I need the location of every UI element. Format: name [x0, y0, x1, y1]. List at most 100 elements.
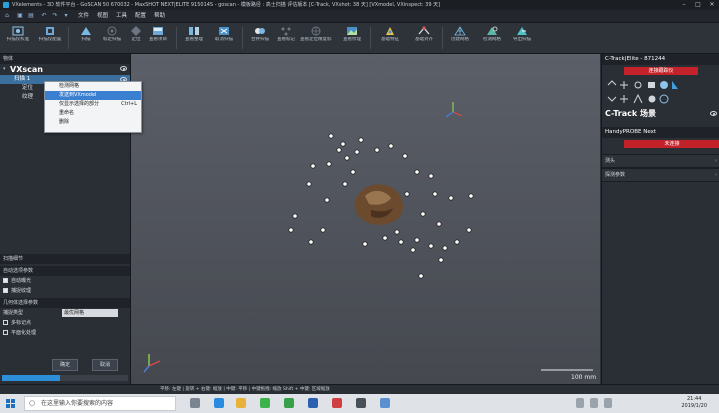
axis-gizmo-bottom — [143, 354, 161, 373]
probe-connect-button[interactable]: 未连接 — [624, 140, 719, 148]
menu-tools[interactable]: 工具 — [116, 10, 127, 22]
menu-help[interactable]: 帮助 — [154, 10, 165, 22]
tracker-tool-icon[interactable] — [672, 81, 678, 89]
feature-icon — [386, 27, 394, 35]
tracker-icons — [607, 80, 678, 104]
clock[interactable]: 21:44 2019/1/20 — [681, 396, 707, 410]
eye-icon[interactable] — [120, 66, 127, 71]
tool-scanner-config[interactable]: 扫描仪配置 — [34, 24, 66, 52]
tool-inspect-mesh[interactable]: 检测网格 — [476, 24, 508, 52]
tracker-tool-icon[interactable] — [659, 94, 669, 104]
maximize-icon[interactable]: □ — [691, 0, 705, 10]
cancel-scan-icon — [219, 27, 229, 35]
tool-cancel-scan[interactable]: 取消扫描 — [208, 24, 240, 52]
checkbox[interactable] — [3, 330, 8, 335]
inspect-mesh-icon — [487, 26, 498, 35]
positioning-target — [342, 181, 348, 187]
tracker-tool-icon[interactable] — [607, 80, 617, 86]
dropdown-icon[interactable]: ▾ — [62, 12, 70, 20]
navigation-hints: 平移: 左键 | 旋转 + 右键: 缩放 | 中键: 平移 | 中键拖拽: 缩放… — [160, 387, 330, 392]
menu-config[interactable]: 配置 — [135, 10, 146, 22]
task-view-icon[interactable] — [190, 398, 200, 408]
toolbar-separator — [68, 27, 69, 49]
probe-title: HandyPROBE Next — [602, 127, 719, 138]
tracker-tool-icon[interactable] — [633, 93, 643, 104]
checkbox[interactable] — [3, 320, 8, 325]
check-auto-exposure[interactable]: 自动曝光 — [0, 276, 130, 286]
ctx-rename[interactable]: 重命名 — [45, 109, 141, 118]
app-icon[interactable] — [332, 398, 342, 408]
volume-icon[interactable] — [604, 398, 612, 408]
open-icon[interactable]: ▣ — [16, 12, 24, 20]
cancel-button[interactable]: 取消 — [92, 359, 118, 371]
tree-root[interactable]: ▾ VXscan — [0, 64, 130, 75]
chevron-right-icon: › — [715, 172, 717, 178]
tracker-tool-icon[interactable] — [620, 81, 628, 89]
tracker-tool-icon[interactable] — [648, 82, 655, 88]
section-probe-params[interactable]: 探测参数 › — [602, 168, 719, 182]
tracker-tool-icon[interactable] — [648, 95, 656, 103]
tool-calibrate[interactable]: 扫描仪校准 — [2, 24, 34, 52]
positioning-target — [362, 241, 368, 247]
collapse-caret-icon[interactable]: ▾ — [3, 64, 6, 75]
wechat-icon[interactable] — [260, 398, 270, 408]
check-capture-texture[interactable]: 捕捉纹理 — [0, 286, 130, 296]
positioning-target — [288, 227, 294, 233]
tool-align[interactable]: 基础对齐 — [408, 24, 440, 52]
3d-viewport[interactable]: 100 mm — [131, 54, 600, 384]
file-explorer-icon[interactable] — [236, 398, 246, 408]
right-panel: C-Track|Elite - 871244 连接跟踪仪 C-Track 场景 … — [601, 54, 719, 384]
ok-button[interactable]: 确定 — [52, 359, 78, 371]
network-icon[interactable] — [590, 398, 598, 408]
positioning-target — [394, 229, 400, 235]
ctx-send-to-vxmodel[interactable]: 发送到VXmodel — [45, 91, 141, 100]
check-markers[interactable]: 多标记点 — [0, 318, 130, 328]
tray-icon[interactable] — [576, 398, 584, 408]
positioning-target — [354, 149, 360, 155]
tool-accuracy-markers[interactable]: 查看定位精度标记 — [300, 24, 332, 52]
app-icon[interactable] — [380, 398, 390, 408]
section-scan-params: 扫描细节 — [0, 254, 130, 264]
tool-feature[interactable]: 基础特征 — [374, 24, 406, 52]
ctx-inspect-mesh[interactable]: 检测网格 — [45, 82, 141, 91]
positioning-target — [328, 133, 334, 139]
save-icon[interactable]: ▤ — [27, 12, 35, 20]
connect-tracker-button[interactable]: 连接跟踪仪 — [624, 67, 698, 75]
menu-file[interactable]: 文件 — [78, 10, 89, 22]
tracker-tool-icon[interactable] — [620, 95, 628, 103]
tracker-tool-icon[interactable] — [660, 81, 668, 89]
vxelements-taskbar-icon[interactable] — [356, 398, 366, 408]
home-icon[interactable]: ⌂ — [3, 12, 11, 20]
section-measure[interactable]: 测头 › — [602, 154, 719, 168]
windows-start-icon[interactable] — [6, 399, 15, 408]
ctx-delete[interactable]: 删除 — [45, 118, 141, 127]
tracker-tool-icon[interactable] — [607, 96, 617, 102]
mode-select[interactable]: 最优网格 — [62, 309, 118, 317]
close-icon[interactable]: ✕ — [705, 0, 719, 10]
checkbox[interactable] — [3, 288, 8, 293]
minimize-icon[interactable]: – — [677, 0, 691, 10]
excel-icon[interactable] — [284, 398, 294, 408]
tool-view-project[interactable]: 查看项目 — [142, 24, 174, 52]
browser-icon[interactable] — [214, 398, 224, 408]
tool-export[interactable]: 导出扫描 — [506, 24, 538, 52]
eye-icon[interactable] — [710, 111, 717, 116]
check-smart[interactable]: 平面化处理 — [0, 328, 130, 338]
viewport-canvas[interactable]: 100 mm — [131, 54, 600, 384]
texture-icon — [347, 27, 357, 35]
tool-mesh[interactable]: 创建网格 — [444, 24, 476, 52]
redo-icon[interactable]: ↷ — [51, 12, 59, 20]
ctx-show-selected[interactable]: 仅显示选择的部分 Ctrl+L — [45, 100, 141, 109]
taskbar-search-input[interactable]: 在这里输入你要搜索的内容 — [24, 396, 176, 411]
tool-view-markers[interactable]: 查看标记 — [270, 24, 302, 52]
tool-texture[interactable]: 查看纹理 — [336, 24, 368, 52]
tool-view-organize[interactable]: 查看整理 — [178, 24, 210, 52]
tracker-tool-icon[interactable] — [634, 81, 642, 89]
positioning-target — [398, 239, 404, 245]
undo-icon[interactable]: ↶ — [40, 12, 48, 20]
word-icon[interactable] — [308, 398, 318, 408]
checkbox[interactable] — [3, 278, 8, 283]
positioning-target — [350, 169, 356, 175]
view-markers-icon — [281, 27, 291, 36]
menu-view[interactable]: 视图 — [97, 10, 108, 22]
